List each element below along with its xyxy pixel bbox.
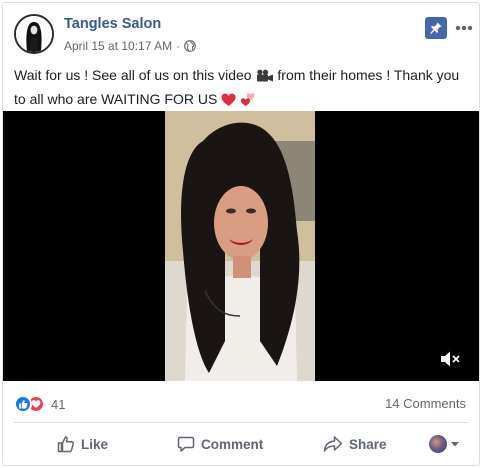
- post-message: Wait for us ! See all of us on this vide…: [14, 65, 472, 113]
- comment-icon: [177, 436, 195, 452]
- like-button[interactable]: Like: [57, 427, 108, 461]
- like-reaction-icon: [14, 395, 32, 413]
- page-avatar[interactable]: [14, 14, 54, 54]
- video-frame: [165, 111, 315, 381]
- divider: [14, 422, 468, 423]
- post-card: Tangles Salon April 15 at 10:17 AM · Wai…: [2, 2, 480, 466]
- heart-emoji: [221, 92, 236, 113]
- comment-button[interactable]: Comment: [177, 427, 263, 461]
- user-avatar: [429, 435, 447, 453]
- post-header: Tangles Salon April 15 at 10:17 AM ·: [3, 3, 479, 61]
- post-timestamp[interactable]: April 15 at 10:17 AM: [64, 39, 172, 53]
- globe-icon: [184, 40, 196, 52]
- thumbs-up-icon: [57, 436, 75, 453]
- action-bar: Like Comment Share: [3, 427, 479, 461]
- comments-count-link[interactable]: 14 Comments: [385, 396, 466, 411]
- comment-label: Comment: [201, 436, 264, 452]
- chevron-down-icon: [451, 442, 459, 447]
- more-icon[interactable]: [453, 17, 475, 39]
- share-label: Share: [349, 436, 387, 452]
- reactions-summary[interactable]: 41: [14, 395, 65, 413]
- pin-icon[interactable]: [425, 17, 447, 39]
- mute-icon[interactable]: [439, 349, 461, 369]
- message-text-1: Wait for us ! See all of us on this vide…: [14, 67, 252, 83]
- post-meta: April 15 at 10:17 AM ·: [64, 39, 196, 53]
- meta-separator: ·: [176, 39, 181, 53]
- share-button[interactable]: Share: [323, 427, 387, 461]
- like-label: Like: [81, 436, 109, 452]
- hearts-emoji: [240, 91, 256, 113]
- share-icon: [323, 436, 343, 452]
- page-name-link[interactable]: Tangles Salon: [64, 16, 161, 32]
- video-player[interactable]: [3, 111, 479, 381]
- audience-selector[interactable]: [429, 435, 460, 453]
- reaction-count: 41: [51, 396, 66, 412]
- video-camera-emoji: [256, 68, 274, 89]
